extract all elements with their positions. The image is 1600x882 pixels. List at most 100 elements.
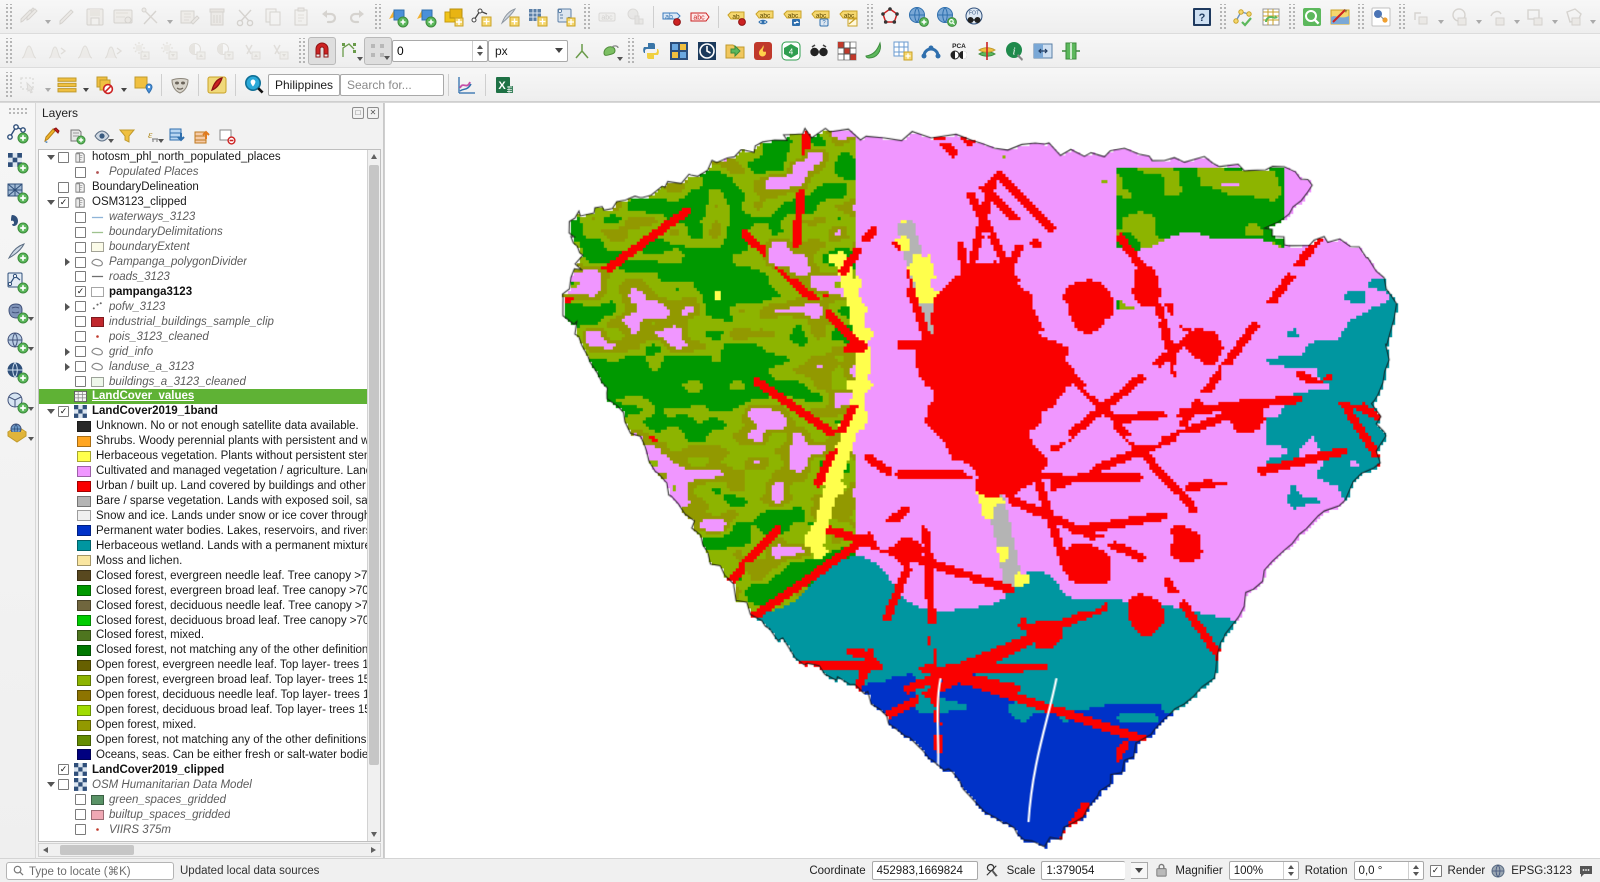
hscroll-track[interactable] [52, 844, 367, 856]
legend-row[interactable]: Snow and ice. Lands under snow or ice co… [39, 509, 367, 524]
histogram-stretch-icon[interactable] [15, 37, 43, 65]
layer-tree-row[interactable]: ✓LandCover2019_1band [39, 404, 367, 419]
layer-tree-row[interactable]: hotosm_phl_north_populated_places [39, 150, 367, 165]
select-by-freehand-dropdown[interactable] [1512, 4, 1522, 30]
snapping-tolerance-input[interactable] [393, 41, 472, 61]
layer-tree-row[interactable]: boundaryDelimitations [39, 225, 367, 240]
change-label-icon[interactable]: abc? [807, 3, 835, 31]
legend-row[interactable]: Moss and lichen. [39, 553, 367, 568]
layer-tree-row[interactable]: boundaryExtent [39, 240, 367, 255]
geocoder-search-input[interactable]: Search for... [340, 74, 444, 96]
toolbar-grip-r2-2[interactable] [297, 38, 306, 64]
select-by-freehand-icon[interactable] [1484, 3, 1512, 31]
toolbar-grip-r2-1[interactable] [4, 38, 13, 64]
legend-row[interactable]: Cultivated and managed vegetation / agri… [39, 464, 367, 479]
layer-visibility-checkbox[interactable] [75, 167, 86, 178]
swipe-tool-icon[interactable] [1029, 37, 1057, 65]
edit-label-icon[interactable]: abc [835, 3, 863, 31]
map-canvas[interactable] [385, 103, 1600, 858]
expander-collapse[interactable] [43, 409, 58, 414]
new-gpx-layer-icon[interactable] [496, 3, 524, 31]
add-wms-wmts-layer-icon[interactable] [1, 358, 35, 388]
attribute-table-dropdown[interactable] [81, 72, 91, 98]
select-by-area-dropdown[interactable] [43, 72, 53, 98]
layer-visibility-checkbox[interactable] [58, 182, 69, 193]
snapping-units-combo[interactable]: px [488, 40, 568, 62]
region-select-combo[interactable]: Philippines [268, 74, 340, 96]
new-virtual-layer-icon[interactable] [468, 3, 496, 31]
diagram-toolbar-icon[interactable] [621, 3, 649, 31]
layer-tree[interactable]: hotosm_phl_north_populated_placesPopulat… [39, 150, 367, 841]
legend-row[interactable]: Closed forest, evergreen needle leaf. Tr… [39, 568, 367, 583]
deselect-dropdown[interactable] [119, 72, 129, 98]
render-checkbox[interactable]: ✓ [1430, 865, 1442, 877]
layer-tree-row[interactable]: OSM Humanitarian Data Model [39, 777, 367, 792]
timemanager-icon[interactable] [693, 37, 721, 65]
vertex-tool-icon[interactable] [137, 3, 165, 31]
layer-tree-row[interactable]: ✓LandCover2019_clipped [39, 762, 367, 777]
toolbar-grip-3[interactable] [582, 4, 591, 30]
mapswipe-icon[interactable] [1057, 37, 1085, 65]
pin-labels-icon[interactable]: ab [658, 3, 686, 31]
coordinate-field[interactable]: 452983,1669824 [872, 861, 978, 880]
layer-tree-row[interactable]: grid_info [39, 344, 367, 359]
snapping-magnet-icon[interactable] [308, 37, 336, 65]
add-raster-layer-icon[interactable] [1, 148, 35, 178]
filter-legend-by-expression-icon[interactable]: ε [140, 125, 164, 147]
select-by-line-icon[interactable] [1408, 3, 1436, 31]
toolbar-grip-6[interactable] [1287, 4, 1296, 30]
new-shapefile-layer-icon[interactable] [384, 3, 412, 31]
toolbar-grip-8[interactable] [1397, 4, 1406, 30]
layer-tree-row[interactable]: ✓pampanga3123 [39, 284, 367, 299]
python-console-icon[interactable] [637, 37, 665, 65]
rotate-label-icon[interactable]: abc [779, 3, 807, 31]
select-features-dropdown[interactable] [1588, 4, 1598, 30]
scroll-down-arrow[interactable] [368, 828, 380, 841]
decrease-gamma-icon[interactable] [267, 37, 295, 65]
layer-visibility-checkbox[interactable] [75, 212, 86, 223]
dataplotly-icon[interactable] [453, 71, 481, 99]
toolbar-grip[interactable] [4, 4, 13, 30]
local-histogram-stretch-2-icon[interactable] [99, 37, 127, 65]
layer-tree-row[interactable]: pofw_3123 [39, 299, 367, 314]
digitizing-toolbar-icon[interactable] [109, 3, 137, 31]
legend-row[interactable]: Open forest, deciduous broad leaf. Top l… [39, 703, 367, 718]
add-wfs-layer-icon[interactable] [932, 3, 960, 31]
expander-expand[interactable] [60, 303, 75, 311]
add-arcgis-layer-icon[interactable] [1, 418, 35, 448]
snapping-tolerance-field[interactable] [392, 40, 488, 62]
qgis-resource-sharing-icon[interactable] [1326, 3, 1354, 31]
legend-row[interactable]: Open forest, deciduous needle leaf. Top … [39, 688, 367, 703]
legend-row[interactable]: Herbaceous vegetation. Plants without pe… [39, 449, 367, 464]
toggle-coordinate-capture-icon[interactable] [984, 862, 1001, 879]
add-vector-tile-layer-icon[interactable] [1, 388, 35, 418]
layer-visibility-checkbox[interactable] [75, 301, 86, 312]
qgis2web-icon[interactable] [665, 37, 693, 65]
grid-plugin-icon[interactable] [833, 37, 861, 65]
heatmap-plugin-icon[interactable] [749, 37, 777, 65]
legend-row[interactable]: Closed forest, mixed. [39, 628, 367, 643]
map-canvas-container[interactable] [384, 103, 1600, 858]
layer-tree-row[interactable]: waterways_3123 [39, 210, 367, 225]
layer-tree-row[interactable]: buildings_a_3123_cleaned [39, 374, 367, 389]
grid-creator-icon[interactable] [889, 37, 917, 65]
toolbar-grip-2[interactable] [373, 4, 382, 30]
snapping-tolerance-spinner[interactable] [472, 41, 487, 61]
label-toolbar-icon[interactable]: abc [593, 3, 621, 31]
layer-tree-row[interactable]: Populated Places [39, 165, 367, 180]
show-hide-labels-icon[interactable]: abc [751, 3, 779, 31]
scale-field[interactable]: 1:379054 [1041, 861, 1125, 880]
redo-icon[interactable] [343, 3, 371, 31]
highlight-labels-icon[interactable]: abc [686, 3, 714, 31]
legend-row[interactable]: Urban / built up. Land covered by buildi… [39, 479, 367, 494]
expand-all-icon[interactable] [165, 125, 189, 147]
select-by-rectangle-icon[interactable] [1522, 3, 1550, 31]
layer-tree-row[interactable]: green_spaces_gridded [39, 792, 367, 807]
select-by-rectangle-dropdown[interactable] [1550, 4, 1560, 30]
layer-visibility-checkbox[interactable] [75, 809, 86, 820]
expander-collapse[interactable] [43, 155, 58, 160]
layer-visibility-checkbox[interactable]: ✓ [58, 406, 69, 417]
increase-contrast-icon[interactable] [183, 37, 211, 65]
legend-row[interactable]: Shrubs. Woody perennial plants with pers… [39, 434, 367, 449]
layer-tree-row[interactable]: ✓OSM3123_clipped [39, 195, 367, 210]
